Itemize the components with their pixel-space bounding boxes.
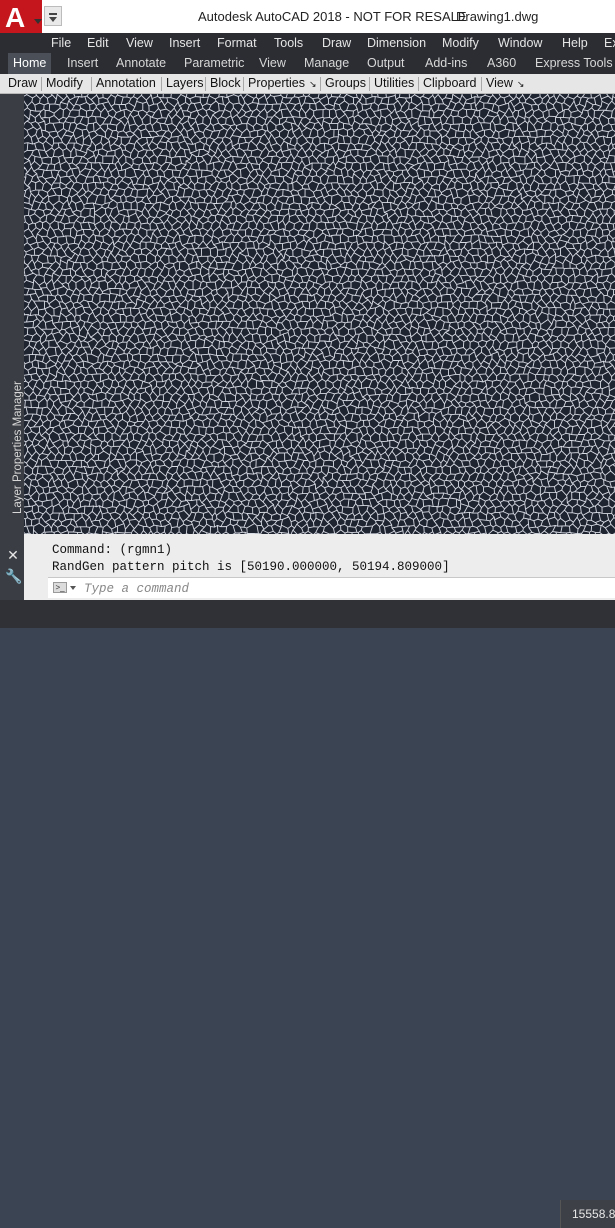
tab-manage[interactable]: Manage [299, 53, 354, 74]
menu-bar: File Edit View Insert Format Tools Draw … [0, 33, 615, 53]
title-bar: A Autodesk AutoCAD 2018 - NOT FOR RESALE… [0, 0, 615, 33]
menu-modify[interactable]: Modify [442, 36, 479, 50]
panel-separator [243, 77, 244, 91]
chevron-down-icon [34, 19, 42, 24]
tab-add-ins[interactable]: Add-ins [420, 53, 472, 74]
command-input[interactable] [82, 579, 606, 599]
svg-text:A: A [5, 2, 25, 33]
panel-separator [161, 77, 162, 91]
command-prompt-icon[interactable]: >_ [53, 582, 67, 593]
quick-access-dropdown[interactable] [44, 6, 62, 26]
menu-insert[interactable]: Insert [169, 36, 200, 50]
autocad-logo-icon: A [5, 2, 25, 33]
menu-draw[interactable]: Draw [322, 36, 351, 50]
panel-separator [205, 77, 206, 91]
tab-view[interactable]: View [254, 53, 291, 74]
chevron-down-icon[interactable] [70, 586, 76, 590]
tab-a360[interactable]: A360 [482, 53, 521, 74]
panel-separator [41, 77, 42, 91]
status-bar: 15558.8 [0, 600, 615, 1228]
panel-separator [418, 77, 419, 91]
panel-utilities[interactable]: Utilities [374, 76, 414, 90]
menu-edit[interactable]: Edit [87, 36, 109, 50]
panel-separator [481, 77, 482, 91]
panel-modify[interactable]: Modify [46, 76, 83, 90]
command-history-line: RandGen pattern pitch is [50190.000000, … [52, 560, 450, 574]
menu-tools[interactable]: Tools [274, 36, 303, 50]
layer-properties-palette[interactable]: Layer Properties Manager [0, 94, 24, 534]
document-title: Drawing1.dwg [456, 9, 539, 24]
panel-layers[interactable]: Layers [166, 76, 204, 90]
coordinates-readout[interactable]: 15558.8 [560, 1200, 615, 1228]
panel-block[interactable]: Block [210, 76, 241, 90]
menu-dimension[interactable]: Dimension [367, 36, 426, 50]
command-history-line: Command: (rgmn1) [52, 543, 173, 557]
panel-draw[interactable]: Draw [8, 76, 37, 90]
menu-bar-icon [49, 13, 57, 15]
ribbon-tabs: Home Insert Annotate Parametric View Man… [0, 53, 615, 74]
tab-output[interactable]: Output [362, 53, 410, 74]
tab-annotate[interactable]: Annotate [111, 53, 171, 74]
tab-insert[interactable]: Insert [62, 53, 103, 74]
coordinates-value: 15558.8 [572, 1207, 615, 1221]
app-title: Autodesk AutoCAD 2018 - NOT FOR RESALE [198, 9, 467, 24]
panel-separator [91, 77, 92, 91]
menu-help[interactable]: Help [562, 36, 588, 50]
application-menu-button[interactable]: A [0, 0, 42, 33]
tab-home[interactable]: Home [8, 53, 52, 74]
panel-view[interactable]: View ↘ [486, 76, 524, 90]
layer-properties-manager-label: Layer Properties Manager [12, 381, 24, 514]
close-icon[interactable]: ✕ [6, 548, 20, 562]
dialog-launcher-icon[interactable]: ↘ [309, 79, 317, 89]
menu-view[interactable]: View [126, 36, 153, 50]
menu-file[interactable]: File [51, 36, 71, 50]
panel-groups[interactable]: Groups [325, 76, 366, 90]
menu-window[interactable]: Window [498, 36, 542, 50]
tab-parametric[interactable]: Parametric [179, 53, 249, 74]
drawing-canvas[interactable] [24, 94, 615, 534]
panel-properties[interactable]: Properties ↘ [248, 76, 317, 90]
panel-clipboard[interactable]: Clipboard [423, 76, 477, 90]
panel-separator [320, 77, 321, 91]
panel-annotation[interactable]: Annotation [96, 76, 156, 90]
menu-express[interactable]: Ex [604, 36, 615, 50]
menu-format[interactable]: Format [217, 36, 257, 50]
panel-view-label: View [486, 76, 513, 90]
command-window-tools [0, 534, 24, 600]
chevron-down-icon [49, 17, 57, 22]
panel-separator [369, 77, 370, 91]
panel-properties-label: Properties [248, 76, 305, 90]
dialog-launcher-icon[interactable]: ↘ [517, 79, 525, 89]
command-line: >_ [48, 577, 615, 599]
random-hatch-pattern [24, 94, 615, 534]
wrench-icon[interactable]: 🔧 [5, 568, 22, 584]
ribbon-panel-bar: Draw Modify Annotation Layers Block Prop… [0, 74, 615, 94]
tab-express-tools[interactable]: Express Tools [530, 53, 615, 74]
